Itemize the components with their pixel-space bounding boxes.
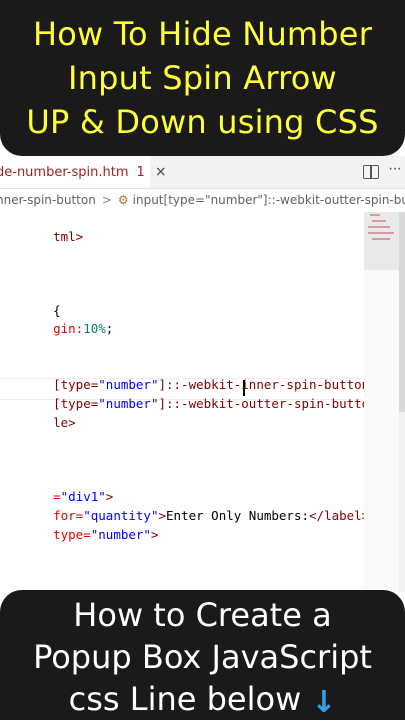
scrollbar-thumb[interactable] (399, 212, 405, 412)
top-title-banner: How To Hide Number Input Spin Arrow UP &… (0, 0, 405, 156)
tab-close-icon[interactable]: × (155, 164, 167, 180)
breadcrumb-separator: > (101, 193, 112, 207)
title-line-1: How To Hide Number (32, 15, 373, 53)
split-editor-icon[interactable] (363, 165, 379, 179)
minimap-line (370, 214, 380, 216)
text-cursor (243, 380, 245, 396)
code-line: type="number"> (53, 527, 159, 542)
breadcrumb-item-current[interactable]: input[type="number"]::-webkit-outter-spi… (133, 193, 405, 207)
code-line: gin:10%; (53, 321, 114, 336)
tab-file[interactable]: de-number-spin.htm 1 × (0, 156, 167, 188)
minimap-line (368, 232, 394, 234)
breadcrumb: nner-spin-button > ⚙ input[type="number"… (0, 189, 405, 211)
bottom-promo-banner: How to Create a Popup Box JavaScript css… (0, 590, 405, 720)
promo-line-1: How to Create a (73, 596, 332, 634)
code-editor[interactable]: tml> { gin:10%; [type="number"]::-webkit… (0, 212, 384, 592)
symbol-icon: ⚙ (117, 193, 129, 207)
tab-problem-count: 1 (136, 164, 145, 180)
title-line-3: UP & Down using CSS (26, 103, 379, 141)
minimap-line (372, 238, 390, 240)
down-arrow-icon: ↓ (311, 685, 337, 720)
code-line: [type="number"]::-webkit-outter-spin-but… (53, 396, 385, 411)
title-line-2: Input Spin Arrow (68, 59, 337, 97)
vertical-scrollbar[interactable] (399, 212, 405, 592)
breadcrumb-item-selector[interactable]: nner-spin-button (0, 193, 96, 207)
code-line: le> (53, 415, 76, 430)
promo-line-2: Popup Box JavaScript (33, 638, 372, 676)
minimap-line (368, 226, 390, 228)
promo-line-3: css Line below ↓ (0, 678, 405, 724)
code-line: tml> (53, 229, 84, 244)
editor-tab-bar: de-number-spin.htm 1 × (0, 156, 405, 189)
minimap-line (372, 220, 386, 222)
more-actions-icon[interactable]: ··· (388, 160, 402, 178)
tab-filename: de-number-spin.htm (0, 164, 129, 180)
